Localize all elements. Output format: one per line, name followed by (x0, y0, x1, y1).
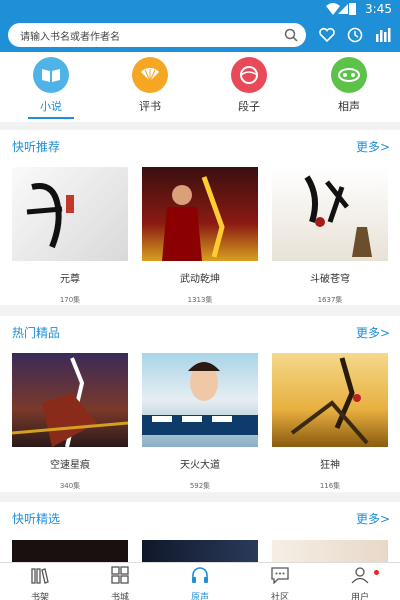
category-label: 段子 (238, 100, 260, 113)
category-jokes[interactable]: 段子 (214, 57, 284, 117)
book-item[interactable]: 武动乾坤 1313集 (142, 167, 258, 305)
chart-icon[interactable] (374, 26, 392, 44)
book-cover[interactable] (142, 540, 258, 562)
book-cover[interactable] (142, 353, 258, 447)
book-item[interactable]: 天火大道 592集 (142, 353, 258, 491)
search-placeholder: 请输入书名或者作者名 (20, 32, 120, 43)
book-cover[interactable] (272, 353, 388, 447)
search-icon[interactable] (284, 28, 298, 42)
user-icon (351, 567, 369, 584)
more-link[interactable]: 更多> (356, 138, 390, 155)
book-cover[interactable] (142, 167, 258, 261)
book-item[interactable]: 斗破苍穹 1637集 (272, 167, 388, 305)
book-cover[interactable] (272, 167, 388, 261)
book-cover[interactable] (272, 540, 388, 562)
tab-label: 书城 (110, 593, 129, 600)
battery-icon (349, 3, 356, 15)
tab-user[interactable]: 用户 (330, 566, 390, 600)
book-name: 天火大道 (180, 460, 220, 471)
search-input[interactable]: 请输入书名或者作者名 (8, 23, 306, 47)
section-title: 热门精品 (12, 326, 61, 340)
history-icon[interactable] (346, 26, 364, 44)
more-link[interactable]: 更多> (356, 324, 390, 341)
category-crosstalk[interactable]: 相声 (314, 57, 384, 117)
book-name: 元尊 (60, 274, 80, 285)
heart-icon[interactable] (318, 26, 336, 44)
book-cover[interactable] (12, 353, 128, 447)
section-title: 快听推荐 (12, 140, 61, 154)
book-name: 空速星痕 (50, 460, 90, 471)
category-active-indicator (28, 117, 74, 119)
status-time: 3:45 (365, 2, 392, 16)
book-cover[interactable] (12, 540, 128, 562)
category-label: 相声 (338, 100, 360, 113)
cover-art (26, 183, 74, 249)
book-count: 592集 (189, 482, 211, 490)
grid-icon (111, 566, 129, 584)
section-hot: 热门精品 更多> 空速星痕 340集 天火大道 592集 狂神 116集 (0, 316, 400, 492)
cover-art (290, 357, 369, 445)
signal-icon (338, 4, 348, 14)
shelf-icon (31, 568, 49, 584)
tab-original-audio[interactable]: 原声 (170, 566, 230, 600)
notification-dot (374, 570, 379, 575)
book-item[interactable]: 元尊 170集 (12, 167, 128, 305)
bottom-tab-bar: 书架 书城 原声 社区 用户 (0, 562, 400, 600)
chat-icon (271, 567, 289, 585)
book-count: 1637集 (317, 296, 343, 304)
book-item[interactable] (12, 540, 128, 562)
category-novel[interactable]: 小说 (16, 57, 86, 117)
tab-bookstore[interactable]: 书城 (90, 566, 150, 600)
tab-community[interactable]: 社区 (250, 566, 310, 600)
book-icon (33, 57, 69, 93)
comedy-icon (331, 57, 367, 93)
section-title: 快听精选 (12, 512, 61, 526)
tab-label: 用户 (350, 593, 369, 600)
section-recommend: 快听推荐 更多> 元尊 170集 武动乾坤 1313集 斗破苍穹 1637集 (0, 130, 400, 305)
book-name: 斗破苍穹 (310, 274, 350, 285)
category-label: 评书 (139, 100, 161, 113)
ball-icon (231, 57, 267, 93)
cover-art (304, 175, 372, 257)
book-count: 1313集 (187, 296, 213, 304)
more-link[interactable]: 更多> (356, 510, 390, 527)
category-pingshu[interactable]: 评书 (115, 57, 185, 117)
tab-label: 原声 (190, 593, 209, 600)
fan-icon (132, 57, 168, 93)
category-label: 小说 (40, 100, 62, 113)
book-name: 武动乾坤 (180, 274, 220, 285)
tab-label: 社区 (270, 593, 289, 600)
headphones-icon (192, 567, 208, 583)
cover-art (162, 176, 225, 261)
cover-art (12, 357, 128, 447)
book-item[interactable]: 空速星痕 340集 (12, 353, 128, 491)
book-item[interactable] (272, 540, 388, 562)
section-selected: 快听精选 更多> (0, 502, 400, 562)
book-item[interactable]: 狂神 116集 (272, 353, 388, 491)
category-bar: 小说 评书 段子 相声 (0, 52, 400, 122)
tab-label: 书架 (30, 593, 49, 600)
book-cover[interactable] (12, 167, 128, 261)
status-bar: 3:45 (0, 0, 400, 18)
book-count: 116集 (319, 482, 341, 490)
book-name: 狂神 (320, 460, 340, 471)
book-count: 340集 (59, 482, 81, 490)
cover-art (142, 362, 258, 435)
book-item[interactable] (142, 540, 258, 562)
book-count: 170集 (59, 296, 81, 304)
top-bar: 请输入书名或者作者名 (0, 18, 400, 52)
tab-bookshelf[interactable]: 书架 (10, 566, 70, 600)
